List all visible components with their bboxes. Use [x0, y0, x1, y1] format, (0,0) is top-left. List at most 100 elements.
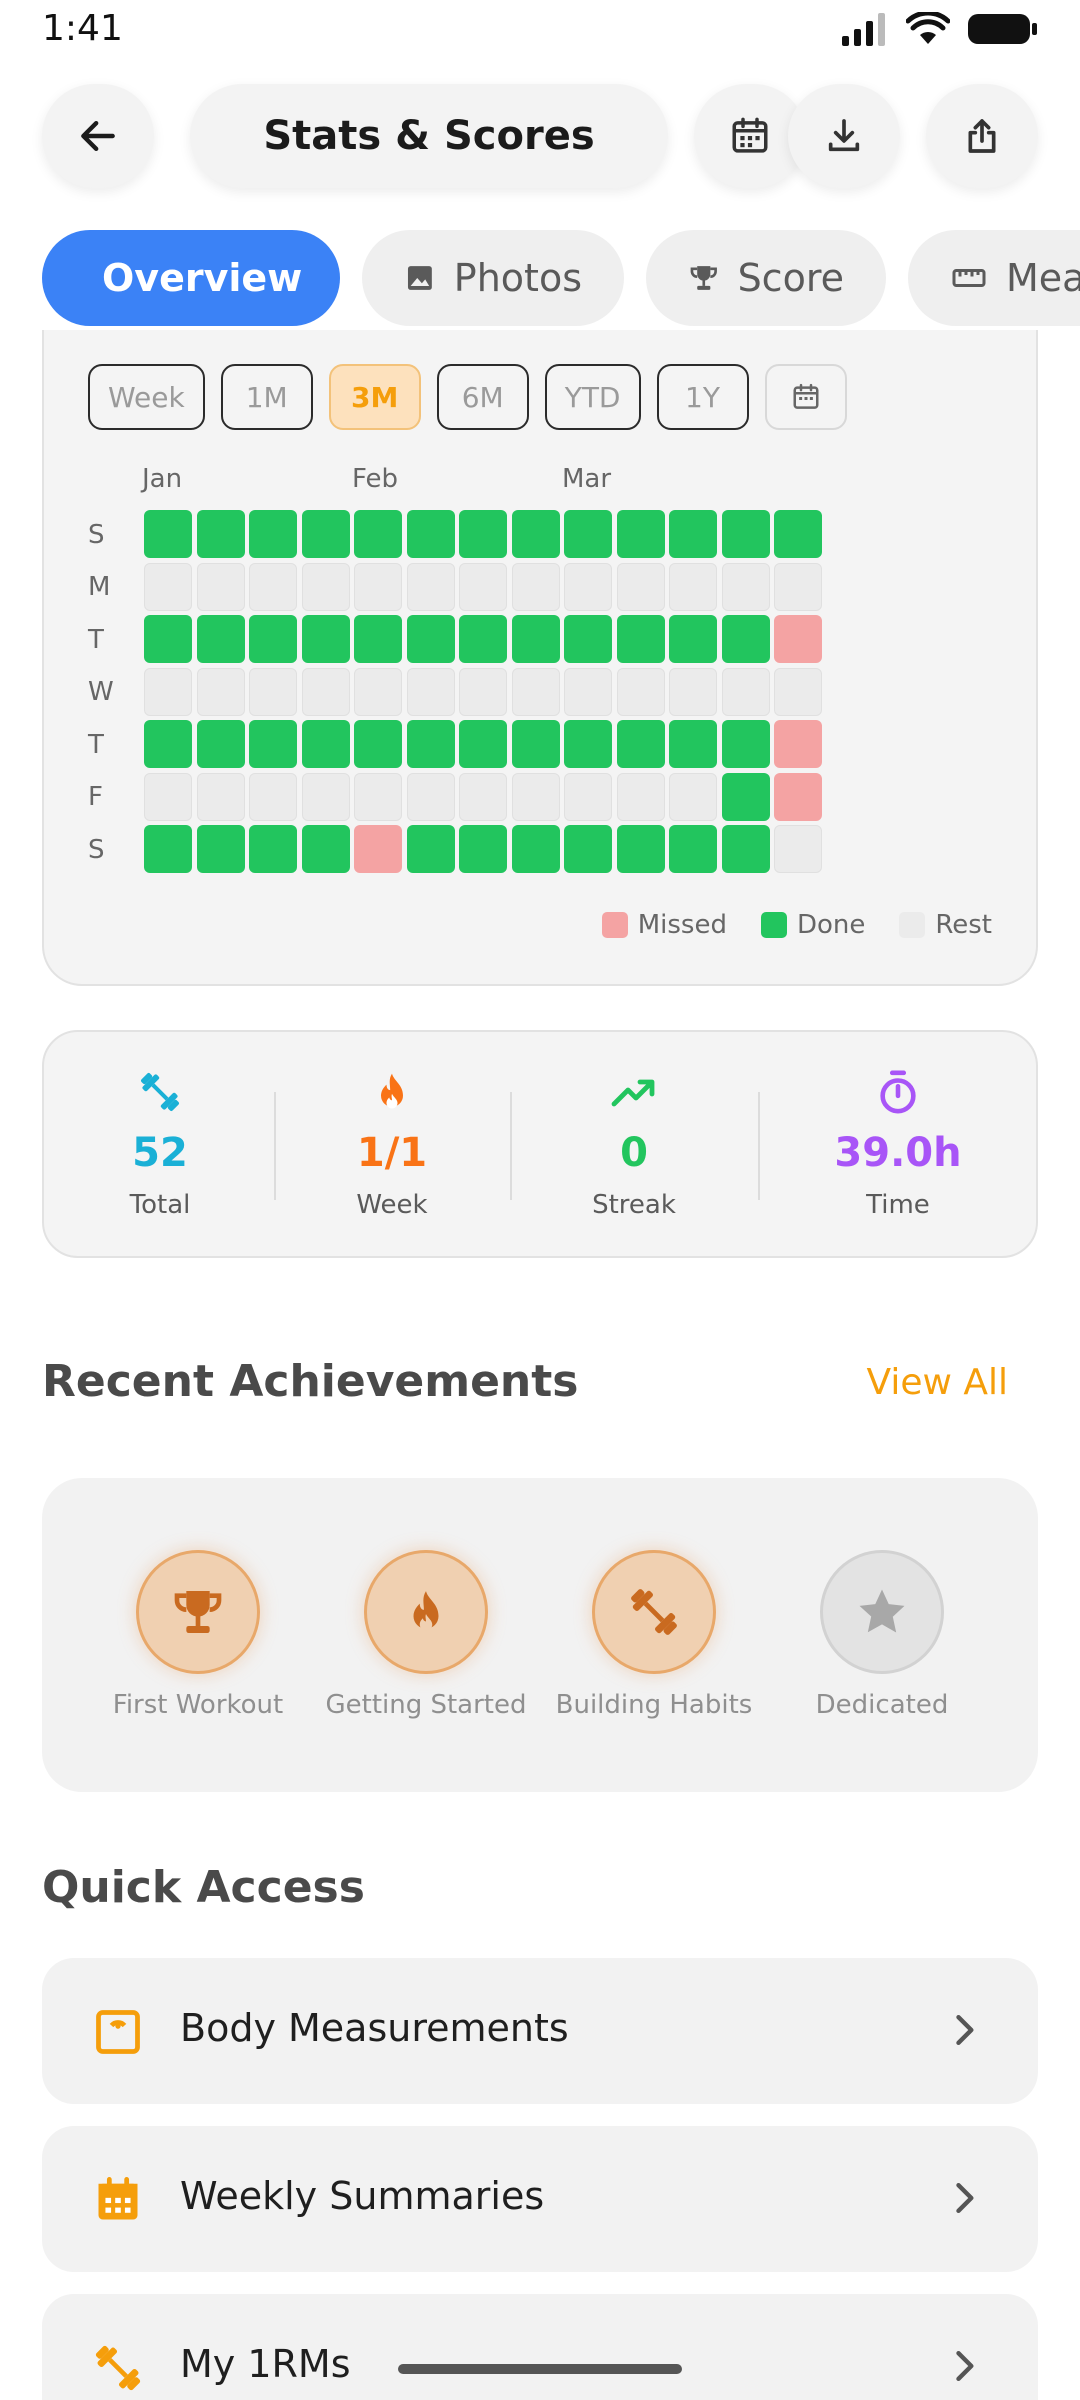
- heatmap-cell-done[interactable]: [774, 510, 822, 558]
- heatmap-cell-done[interactable]: [511, 510, 560, 558]
- heatmap-cell-done[interactable]: [721, 615, 770, 663]
- heatmap-cell-rest[interactable]: [406, 772, 455, 821]
- heatmap-cell-missed[interactable]: [354, 825, 402, 873]
- back-button[interactable]: [42, 84, 154, 188]
- heatmap-cell-done[interactable]: [406, 825, 455, 873]
- heatmap-cell-done[interactable]: [459, 720, 507, 768]
- heatmap-cell-done[interactable]: [459, 615, 507, 663]
- heatmap-cell-done[interactable]: [249, 825, 297, 873]
- quick-access-weekly-summaries[interactable]: Weekly Summaries: [42, 2126, 1038, 2272]
- view-all-link[interactable]: View All: [866, 1362, 1008, 1403]
- heatmap-cell-done[interactable]: [459, 510, 507, 558]
- heatmap-cell-rest[interactable]: [669, 667, 717, 716]
- range-ytd[interactable]: YTD: [544, 364, 641, 430]
- heatmap-cell-rest[interactable]: [196, 667, 245, 716]
- heatmap-cell-done[interactable]: [144, 510, 192, 558]
- share-button[interactable]: [926, 84, 1038, 188]
- range-3m[interactable]: 3M: [328, 364, 421, 430]
- heatmap-cell-rest[interactable]: [406, 667, 455, 716]
- heatmap-cell-rest[interactable]: [459, 562, 507, 611]
- heatmap-cell-done[interactable]: [354, 720, 402, 768]
- heatmap-cell-done[interactable]: [721, 825, 770, 873]
- heatmap-cell-rest[interactable]: [249, 772, 297, 821]
- heatmap-cell-rest[interactable]: [406, 562, 455, 611]
- heatmap-cell-rest[interactable]: [511, 562, 560, 611]
- heatmap-cell-rest[interactable]: [144, 562, 192, 611]
- heatmap-cell-rest[interactable]: [196, 772, 245, 821]
- heatmap-cell-done[interactable]: [196, 510, 245, 558]
- heatmap-cell-done[interactable]: [406, 720, 455, 768]
- heatmap-cell-done[interactable]: [669, 615, 717, 663]
- heatmap-cell-done[interactable]: [616, 615, 665, 663]
- heatmap-cell-done[interactable]: [669, 720, 717, 768]
- heatmap-cell-done[interactable]: [354, 510, 402, 558]
- heatmap-cell-rest[interactable]: [669, 772, 717, 821]
- heatmap-cell-done[interactable]: [669, 510, 717, 558]
- achievement-getting-started[interactable]: Getting Started: [316, 1550, 536, 1720]
- heatmap-cell-missed[interactable]: [774, 720, 822, 768]
- heatmap-cell-done[interactable]: [616, 510, 665, 558]
- achievement-building-habits[interactable]: Building Habits: [544, 1550, 764, 1720]
- heatmap-cell-rest[interactable]: [616, 772, 665, 821]
- quick-access-body-measurements[interactable]: Body Measurements: [42, 1958, 1038, 2104]
- heatmap-cell-rest[interactable]: [774, 825, 822, 873]
- heatmap-cell-done[interactable]: [196, 825, 245, 873]
- heatmap-cell-missed[interactable]: [774, 772, 822, 821]
- heatmap-cell-done[interactable]: [511, 615, 560, 663]
- heatmap-cell-done[interactable]: [669, 825, 717, 873]
- heatmap-cell-done[interactable]: [616, 825, 665, 873]
- heatmap-cell-done[interactable]: [511, 720, 560, 768]
- heatmap-cell-rest[interactable]: [616, 667, 665, 716]
- heatmap-cell-rest[interactable]: [249, 667, 297, 716]
- range-1m[interactable]: 1M: [220, 364, 313, 430]
- heatmap-cell-done[interactable]: [459, 825, 507, 873]
- heatmap-cell-rest[interactable]: [354, 667, 402, 716]
- heatmap-cell-done[interactable]: [196, 615, 245, 663]
- heatmap-cell-rest[interactable]: [774, 562, 822, 611]
- heatmap-cell-done[interactable]: [249, 510, 297, 558]
- heatmap-cell-done[interactable]: [721, 772, 770, 821]
- heatmap-cell-rest[interactable]: [511, 772, 560, 821]
- heatmap-cell-rest[interactable]: [564, 772, 612, 821]
- heatmap-cell-rest[interactable]: [301, 667, 350, 716]
- heatmap-cell-rest[interactable]: [144, 772, 192, 821]
- range-1y[interactable]: 1Y: [656, 364, 749, 430]
- download-button[interactable]: [788, 84, 900, 188]
- heatmap-cell-done[interactable]: [564, 615, 612, 663]
- heatmap-cell-done[interactable]: [406, 615, 455, 663]
- heatmap-cell-rest[interactable]: [564, 667, 612, 716]
- heatmap-cell-rest[interactable]: [774, 667, 822, 716]
- heatmap-cell-rest[interactable]: [721, 667, 770, 716]
- heatmap-cell-done[interactable]: [721, 720, 770, 768]
- range-week[interactable]: Week: [88, 364, 205, 430]
- range-6m[interactable]: 6M: [436, 364, 529, 430]
- home-indicator[interactable]: [398, 2364, 682, 2374]
- heatmap-cell-done[interactable]: [249, 720, 297, 768]
- heatmap-cell-rest[interactable]: [301, 562, 350, 611]
- heatmap-cell-done[interactable]: [564, 825, 612, 873]
- heatmap-cell-done[interactable]: [616, 720, 665, 768]
- heatmap-cell-rest[interactable]: [144, 667, 192, 716]
- heatmap-cell-done[interactable]: [144, 825, 192, 873]
- heatmap-cell-done[interactable]: [301, 615, 350, 663]
- heatmap-cell-rest[interactable]: [511, 667, 560, 716]
- heatmap-cell-rest[interactable]: [459, 772, 507, 821]
- tab-measurements[interactable]: Mea: [908, 230, 1080, 326]
- tab-overview[interactable]: Overview: [42, 230, 340, 326]
- heatmap-cell-done[interactable]: [144, 720, 192, 768]
- heatmap-cell-rest[interactable]: [301, 772, 350, 821]
- heatmap-cell-rest[interactable]: [669, 562, 717, 611]
- achievement-first-workout[interactable]: First Workout: [88, 1550, 308, 1720]
- tab-photos[interactable]: Photos: [362, 230, 624, 326]
- heatmap-cell-done[interactable]: [301, 825, 350, 873]
- heatmap-cell-done[interactable]: [406, 510, 455, 558]
- heatmap-cell-done[interactable]: [564, 720, 612, 768]
- achievement-dedicated[interactable]: Dedicated: [772, 1550, 992, 1720]
- heatmap-cell-done[interactable]: [144, 615, 192, 663]
- quick-access-my-1rms[interactable]: My 1RMs: [42, 2294, 1038, 2400]
- heatmap-cell-rest[interactable]: [249, 562, 297, 611]
- heatmap-cell-missed[interactable]: [774, 615, 822, 663]
- heatmap-cell-rest[interactable]: [196, 562, 245, 611]
- heatmap-cell-done[interactable]: [249, 615, 297, 663]
- heatmap-cell-done[interactable]: [564, 510, 612, 558]
